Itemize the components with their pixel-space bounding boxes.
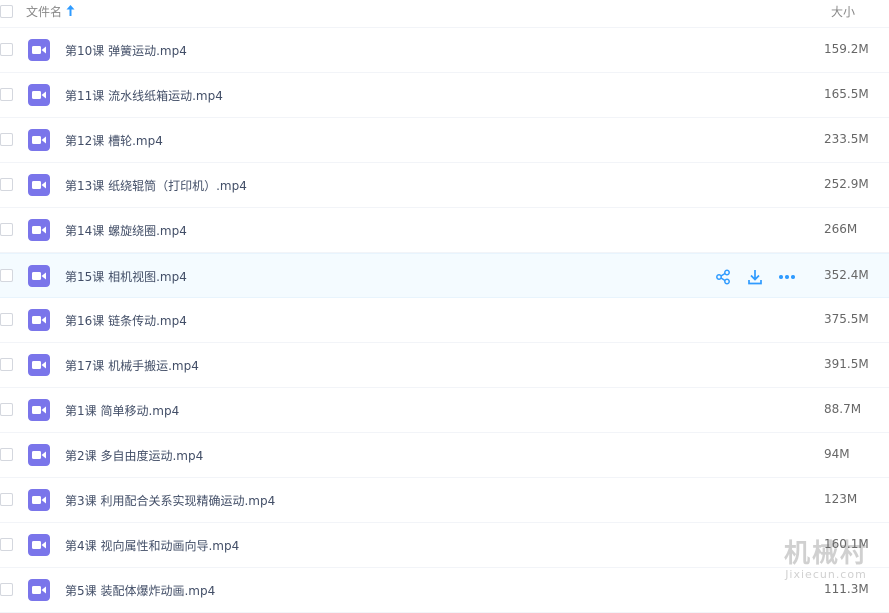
file-name[interactable]: 第12课 槽轮.mp4	[65, 132, 163, 149]
row-checkbox[interactable]	[0, 358, 13, 371]
row-checkbox[interactable]	[0, 403, 13, 416]
row-actions	[713, 268, 797, 286]
size-column-header[interactable]: 大小	[831, 3, 855, 20]
arrow-up-icon[interactable]	[66, 4, 75, 19]
file-row[interactable]: 第2课 多自由度运动.mp4 94M	[0, 433, 889, 478]
file-name[interactable]: 第11课 流水线纸箱运动.mp4	[65, 87, 223, 104]
row-checkbox[interactable]	[0, 223, 13, 236]
row-checkbox[interactable]	[0, 178, 13, 191]
video-file-icon	[28, 579, 50, 601]
video-file-icon	[28, 84, 50, 106]
file-name[interactable]: 第1课 简单移动.mp4	[65, 402, 179, 419]
video-file-icon	[28, 399, 50, 421]
row-checkbox[interactable]	[0, 269, 13, 282]
name-column-header[interactable]: 文件名	[26, 3, 75, 20]
video-file-icon	[28, 219, 50, 241]
file-size: 160.1M	[824, 537, 869, 551]
share-icon[interactable]	[713, 268, 733, 286]
video-file-icon	[28, 39, 50, 61]
file-row[interactable]: 第3课 利用配合关系实现精确运动.mp4 123M	[0, 478, 889, 523]
file-row[interactable]: 第10课 弹簧运动.mp4 159.2M	[0, 28, 889, 73]
file-size: 88.7M	[824, 402, 862, 416]
file-size: 123M	[824, 492, 858, 506]
file-name[interactable]: 第16课 链条传动.mp4	[65, 312, 187, 329]
file-row[interactable]: 第15课 相机视图.mp4 352.4M	[0, 253, 889, 298]
video-file-icon	[28, 354, 50, 376]
row-checkbox[interactable]	[0, 538, 13, 551]
name-column-label: 文件名	[26, 5, 63, 19]
file-row[interactable]: 第4课 视向属性和动画向导.mp4 160.1M	[0, 523, 889, 568]
file-name[interactable]: 第17课 机械手搬运.mp4	[65, 357, 199, 374]
row-checkbox[interactable]	[0, 448, 13, 461]
file-size: 252.9M	[824, 177, 869, 191]
file-size: 94M	[824, 447, 850, 461]
file-row[interactable]: 第14课 螺旋绕圈.mp4 266M	[0, 208, 889, 253]
video-file-icon	[28, 444, 50, 466]
file-row[interactable]: 第17课 机械手搬运.mp4 391.5M	[0, 343, 889, 388]
file-size: 165.5M	[824, 87, 869, 101]
file-size: 266M	[824, 222, 858, 236]
file-row[interactable]: 第1课 简单移动.mp4 88.7M	[0, 388, 889, 433]
video-file-icon	[28, 129, 50, 151]
file-name[interactable]: 第10课 弹簧运动.mp4	[65, 42, 187, 59]
file-name[interactable]: 第13课 纸绕辊筒（打印机）.mp4	[65, 177, 247, 194]
row-checkbox[interactable]	[0, 493, 13, 506]
video-file-icon	[28, 174, 50, 196]
file-name[interactable]: 第4课 视向属性和动画向导.mp4	[65, 537, 239, 554]
file-size: 233.5M	[824, 132, 869, 146]
file-list: 第10课 弹簧运动.mp4 159.2M 第11课 流水线纸箱运动.mp4 165.5…	[0, 28, 889, 613]
file-list-header: 文件名 大小	[0, 0, 889, 28]
file-row[interactable]: 第13课 纸绕辊筒（打印机）.mp4 252.9M	[0, 163, 889, 208]
video-file-icon	[28, 489, 50, 511]
file-row[interactable]: 第5课 装配体爆炸动画.mp4 111.3M	[0, 568, 889, 613]
row-checkbox[interactable]	[0, 133, 13, 146]
more-icon[interactable]	[777, 268, 797, 286]
row-checkbox[interactable]	[0, 88, 13, 101]
row-checkbox[interactable]	[0, 313, 13, 326]
file-size: 375.5M	[824, 312, 869, 326]
row-checkbox[interactable]	[0, 583, 13, 596]
file-size: 391.5M	[824, 357, 869, 371]
download-icon[interactable]	[745, 268, 765, 286]
file-name[interactable]: 第2课 多自由度运动.mp4	[65, 447, 203, 464]
video-file-icon	[28, 265, 50, 287]
row-checkbox[interactable]	[0, 43, 13, 56]
file-size: 352.4M	[824, 268, 869, 282]
video-file-icon	[28, 534, 50, 556]
file-size: 111.3M	[824, 582, 869, 596]
file-row[interactable]: 第11课 流水线纸箱运动.mp4 165.5M	[0, 73, 889, 118]
file-name[interactable]: 第3课 利用配合关系实现精确运动.mp4	[65, 492, 275, 509]
video-file-icon	[28, 309, 50, 331]
file-row[interactable]: 第16课 链条传动.mp4 375.5M	[0, 298, 889, 343]
file-name[interactable]: 第14课 螺旋绕圈.mp4	[65, 222, 187, 239]
file-name[interactable]: 第15课 相机视图.mp4	[65, 268, 187, 285]
file-row[interactable]: 第12课 槽轮.mp4 233.5M	[0, 118, 889, 163]
file-size: 159.2M	[824, 42, 869, 56]
select-all-checkbox[interactable]	[0, 5, 13, 18]
file-name[interactable]: 第5课 装配体爆炸动画.mp4	[65, 582, 215, 599]
